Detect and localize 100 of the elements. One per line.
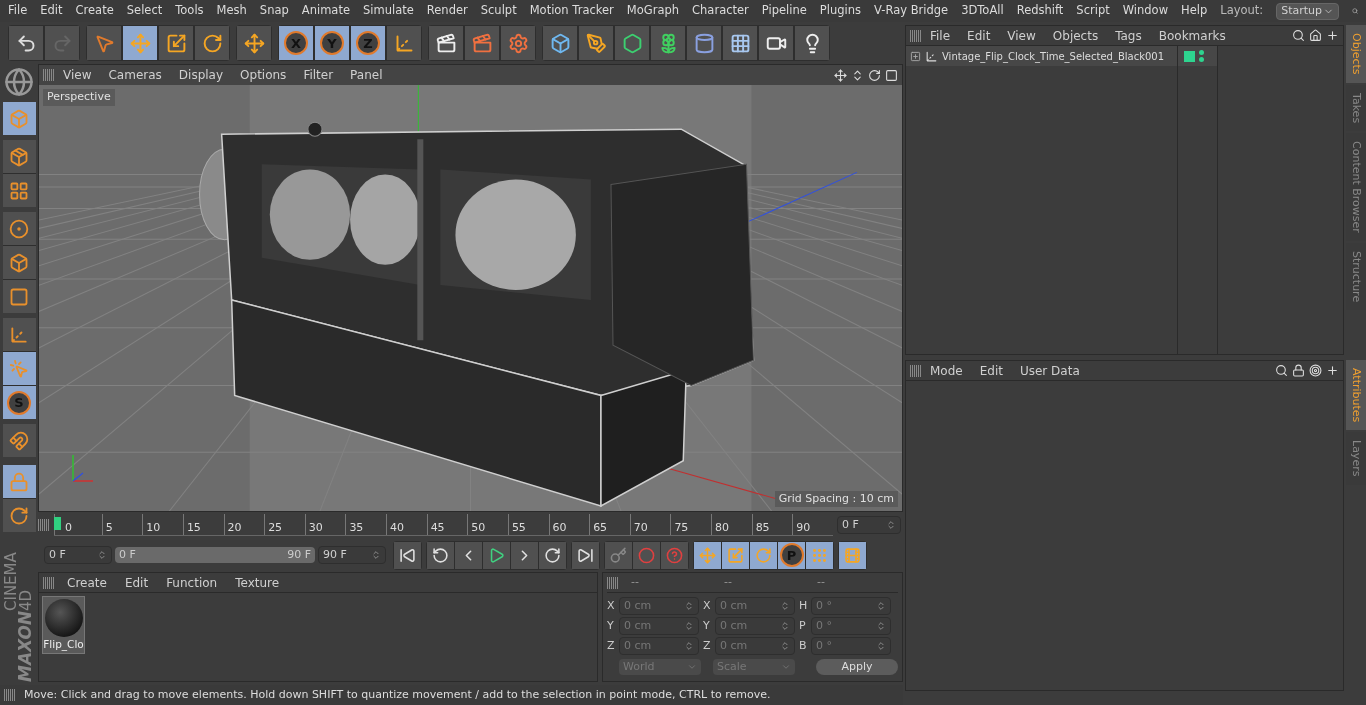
number-field[interactable]: 90 F [318,546,386,564]
layout-dropdown[interactable]: Startup [1276,2,1339,20]
cube-tool[interactable] [2,102,36,135]
side-tab[interactable]: Objects [1346,25,1366,83]
viewport-menu-item[interactable]: Display [178,66,224,84]
flower-tool[interactable] [651,26,685,60]
magnet-tool[interactable] [2,424,36,457]
attributes-menu-item[interactable]: Edit [979,361,1003,380]
skip-end-tool[interactable] [572,541,599,569]
menu-item[interactable]: Tools [175,2,204,20]
menu-item[interactable]: Animate [301,2,350,20]
axes-tool[interactable] [2,318,36,351]
step-back-tool[interactable] [455,541,482,569]
viewport-menu-item[interactable]: Filter [303,66,334,84]
objects-menu-item[interactable]: File [930,26,951,45]
objects-menu-item[interactable]: Bookmarks [1158,26,1226,45]
menu-item[interactable]: Render [426,2,468,20]
viewport-menu-item[interactable]: View [63,66,92,84]
record-tool[interactable] [633,541,660,569]
menu-item[interactable]: Redshift [1016,2,1064,20]
lightbulb-tool[interactable] [795,26,829,60]
grid-tool[interactable] [723,26,757,60]
cube-tool[interactable] [543,26,577,60]
menu-item[interactable]: V-Ray Bridge [874,2,949,20]
step-forward-tool[interactable] [511,541,538,569]
number-field[interactable]: 0 F [44,546,112,564]
material-menu-item[interactable]: Texture [235,573,280,592]
help-tool[interactable] [661,541,688,569]
objects-menu-item[interactable]: View [1007,26,1036,45]
move-tool[interactable] [694,541,721,569]
home-icon[interactable] [1309,29,1322,42]
objects-menu-item[interactable]: Tags [1115,26,1142,45]
film-tool[interactable] [839,541,866,569]
side-tab[interactable]: Attributes [1346,360,1366,431]
viewport-menu-item[interactable]: Options [240,66,287,84]
objects-menu-item[interactable]: Objects [1052,26,1099,45]
menu-item[interactable]: Sculpt [480,2,517,20]
add-panel-icon[interactable] [1326,29,1339,42]
search-icon[interactable] [1275,364,1288,377]
key-tool[interactable] [605,541,632,569]
globe-icon[interactable] [4,67,34,97]
apply-button[interactable]: Apply [816,659,898,675]
skip-start-tool[interactable] [394,541,421,569]
rotate-tool[interactable] [195,26,229,60]
viewport-menu-item[interactable]: Cameras [108,66,162,84]
dots-grid-tool[interactable] [806,541,833,569]
number-field[interactable]: 0 F [837,516,901,534]
pan-icon[interactable] [834,68,847,82]
target-icon[interactable] [1309,364,1322,377]
menu-item[interactable]: Window [1122,2,1169,20]
zoom-icon[interactable] [851,68,864,82]
gear-tool[interactable] [501,26,535,60]
menu-item[interactable]: Create [75,2,114,20]
menu-item[interactable]: Select [126,2,163,20]
material-menu-item[interactable]: Edit [124,573,149,592]
menu-item[interactable]: File [8,2,28,20]
maximize-icon[interactable] [885,68,898,82]
play-tool[interactable] [483,541,510,569]
cube-edges-tool[interactable] [2,246,36,279]
timeline-ruler[interactable]: 0 5 10 15 20 25 30 35 40 45 50 55 60 65 70 75 80 85 90 [54,514,833,536]
menu-item[interactable]: Pipeline [761,2,807,20]
objects-menu-item[interactable]: Edit [967,26,991,45]
menu-item[interactable]: Script [1076,2,1110,20]
hexagon-tool[interactable] [615,26,649,60]
menu-item[interactable]: Help [1181,2,1208,20]
scale-tool[interactable] [159,26,193,60]
menu-item[interactable]: Simulate [363,2,414,20]
menu-item[interactable]: Plugins [819,2,862,20]
scale-tool[interactable] [722,541,749,569]
attributes-menu-item[interactable]: Mode [930,361,963,380]
menu-item[interactable]: Character [692,2,749,20]
viewport-menu-item[interactable]: Panel [350,66,383,84]
menu-item[interactable]: Edit [40,2,63,20]
undo-tool[interactable] [9,26,43,60]
move-tool[interactable] [237,26,271,60]
attributes-menu-item[interactable]: User Data [1019,361,1080,380]
menu-item[interactable]: 3DToAll [961,2,1004,20]
playhead-marker[interactable] [54,517,61,530]
pointer-tool[interactable] [87,26,121,60]
axes-tool[interactable] [387,26,421,60]
object-row[interactable]: Vintage_Flip_Clock_Time_Selected_Black001 [906,46,1177,66]
material-swatch[interactable]: Flip_Clo [42,596,85,654]
clapperboard-tool[interactable] [429,26,463,60]
menu-item[interactable]: Motion Tracker [529,2,614,20]
cylinder-tool[interactable] [687,26,721,60]
pen-tool[interactable] [579,26,613,60]
lock-icon[interactable] [1292,364,1305,377]
material-menu-item[interactable]: Function [166,573,218,592]
menu-item[interactable]: Mesh [216,2,247,20]
orbit-icon[interactable] [868,68,881,82]
visibility-dots-icon[interactable] [1199,50,1204,62]
menu-item[interactable]: MoGraph [626,2,680,20]
expand-icon[interactable] [910,50,921,62]
material-menu-item[interactable]: Create [67,573,107,592]
rotate-tool[interactable] [750,541,777,569]
menu-item[interactable]: Snap [259,2,289,20]
search-icon[interactable] [1292,29,1305,42]
camera-tool[interactable] [759,26,793,60]
add-panel-icon[interactable] [1326,364,1339,377]
layer-color-swatch[interactable] [1184,50,1195,62]
